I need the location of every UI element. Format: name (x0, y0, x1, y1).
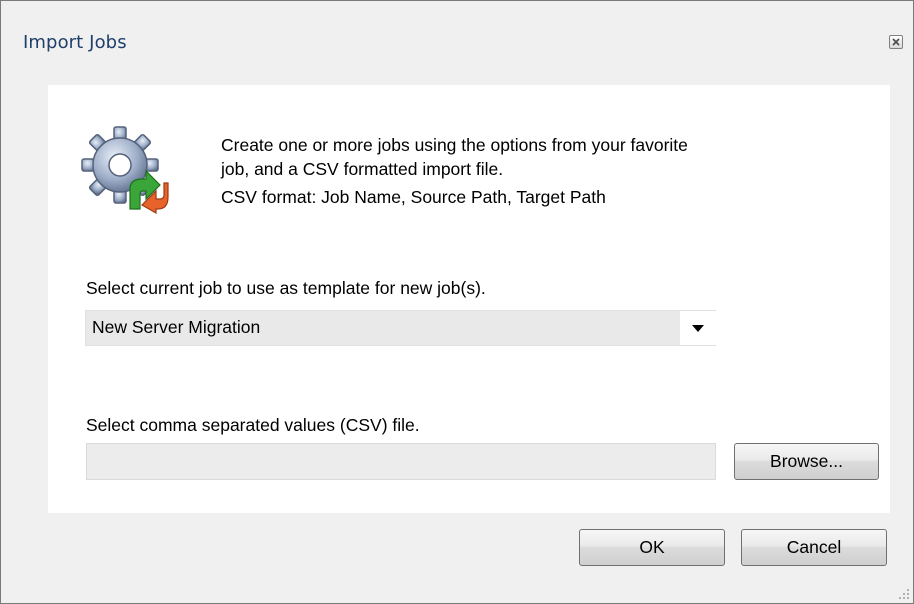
csv-format-text: CSV format: Job Name, Source Path, Targe… (221, 187, 606, 207)
gear-import-icon (81, 126, 169, 215)
description-line-1: Create one or more jobs using the option… (221, 135, 688, 155)
cancel-button[interactable]: Cancel (741, 529, 887, 566)
close-button[interactable] (889, 35, 903, 49)
csv-file-label: Select comma separated values (CSV) file… (86, 415, 420, 435)
template-job-label: Select current job to use as template fo… (86, 278, 486, 298)
window-title: Import Jobs (23, 32, 127, 53)
title-bar: Import Jobs (1, 1, 913, 85)
ok-button[interactable]: OK (579, 529, 725, 566)
csv-file-path-field[interactable] (86, 443, 716, 480)
selected-job-value: New Server Migration (92, 317, 261, 337)
template-job-dropdown[interactable]: New Server Migration (85, 310, 717, 346)
close-icon (892, 38, 900, 46)
import-jobs-dialog: Import Jobs Create one or more jobs usin… (0, 0, 914, 604)
browse-button[interactable]: Browse... (734, 443, 879, 480)
description-text: Create one or more jobs using the option… (221, 133, 781, 209)
dropdown-button[interactable] (680, 311, 716, 345)
chevron-down-icon (692, 325, 704, 332)
description-line-2: job, and a CSV formatted import file. (221, 159, 504, 179)
content-panel: Create one or more jobs using the option… (48, 85, 890, 513)
resize-grip-icon[interactable] (898, 588, 910, 600)
